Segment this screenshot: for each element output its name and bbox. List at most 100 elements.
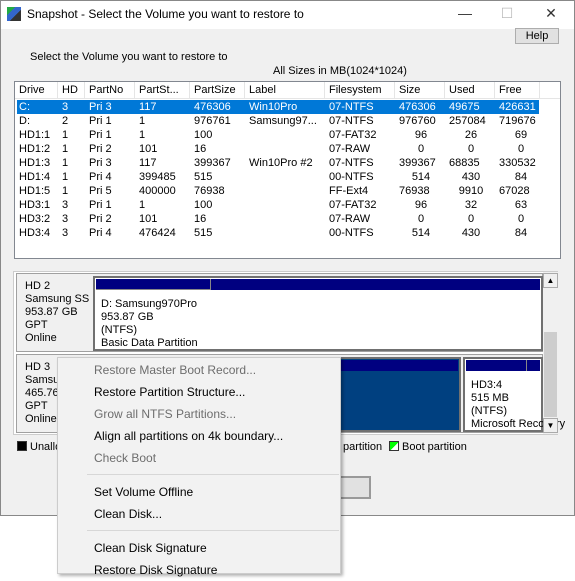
table-cell: 0	[417, 143, 425, 155]
table-cell: 976761	[194, 115, 231, 127]
table-cell: 0	[467, 143, 475, 155]
legend-swatch	[17, 441, 27, 451]
table-cell: HD3:1	[19, 199, 51, 211]
window-title: Snapshot - Select the Volume you want to…	[27, 7, 304, 21]
table-cell: HD1:3	[19, 157, 51, 169]
menu-item[interactable]: Set Volume Offline	[94, 481, 193, 503]
table-cell: 3	[62, 213, 69, 225]
table-cell: HD1:1	[19, 129, 51, 141]
column-header[interactable]: PartSt...	[135, 82, 190, 99]
table-cell: 100	[194, 129, 213, 141]
column-header[interactable]: Size	[395, 82, 445, 99]
table-cell: 3	[62, 101, 69, 113]
table-cell: 07-FAT32	[329, 199, 377, 211]
menu-item[interactable]: Clean Disk...	[94, 503, 162, 525]
table-cell: 476424	[139, 227, 176, 239]
menu-separator	[87, 530, 339, 531]
table-row[interactable]: HD1:2 1 Pri 2 101 16 07-RAW 0 0 0	[17, 142, 539, 156]
partition-line: 953.87 GB	[101, 311, 154, 323]
table-row[interactable]: HD1:5 1 Pri 5 400000 76938 FF-Ext4 76938 9910 67…	[17, 184, 539, 198]
table-row[interactable]: HD1:4 1 Pri 4 399485 515 00-NTFS 514 430 84	[17, 170, 539, 184]
table-cell: 67028	[499, 185, 530, 197]
menu-item: Grow all NTFS Partitions...	[94, 407, 237, 421]
column-header[interactable]: Free	[495, 82, 540, 99]
table-cell: Pri 1	[89, 129, 112, 141]
table-cell: HD1:2	[19, 143, 51, 155]
table-row[interactable]: C: 3 Pri 3 117 476306 Win10Pro 07-NTFS 476306 49…	[17, 100, 539, 114]
minimize-button[interactable]: —	[450, 5, 480, 25]
table-header: Drive HD PartNo PartSt... PartSize Label Files…	[15, 82, 560, 99]
disk-map-scrollbar[interactable]: ▲ ▼	[543, 272, 558, 434]
legend-boot: Boot partition	[389, 441, 467, 453]
column-header[interactable]: HD	[58, 82, 85, 99]
scroll-down-icon[interactable]: ▼	[543, 418, 558, 433]
partition-text: D: Samsung970Pro 953.87 GB (NTFS) Basic Dat…	[101, 298, 198, 350]
table-cell: 07-NTFS	[329, 115, 374, 127]
table-row[interactable]: HD1:3 1 Pri 3 117 399367 Win10Pro #2 07-NTFS 39…	[17, 156, 539, 170]
menu-item[interactable]: Align all partitions on 4k boundary...	[94, 425, 283, 447]
disk-hd2[interactable]: HD 2 Samsung SSD953.87 GBGPTOnline D: Sa…	[16, 273, 543, 352]
table-cell: 399367	[194, 157, 231, 169]
disk-info-line: 953.87 GB	[25, 306, 78, 318]
column-header[interactable]: PartSize	[190, 82, 245, 99]
table-row[interactable]: HD3:1 3 Pri 1 1 100 07-FAT32 96 32 63	[17, 198, 539, 212]
table-cell: D:	[19, 115, 30, 127]
table-cell: 9910	[458, 185, 484, 197]
column-header[interactable]: Used	[445, 82, 495, 99]
menu-item: Restore Master Boot Record...	[94, 363, 257, 377]
table-cell: HD3:2	[19, 213, 51, 225]
partition-line: D: Samsung970Pro	[101, 298, 197, 310]
prompt-label: Select the Volume you want to restore to	[30, 51, 228, 63]
table-cell: 07-FAT32	[329, 129, 377, 141]
menu-item[interactable]: Clean Disk Signature	[94, 537, 207, 559]
units-note: All Sizes in MB(1024*1024)	[273, 65, 407, 77]
table-cell: 400000	[139, 185, 176, 197]
menu-item[interactable]: Restore Partition Structure...	[94, 381, 245, 403]
table-cell: 117	[139, 157, 157, 169]
table-cell: 00-NTFS	[329, 171, 374, 183]
partition-line: Basic Data Partition	[101, 337, 198, 349]
column-header[interactable]: Drive	[15, 82, 58, 99]
table-cell: 514	[411, 171, 431, 183]
table-row[interactable]: HD3:4 3 Pri 4 476424 515 00-NTFS 514 430 84	[17, 226, 539, 240]
table-cell: 63	[514, 199, 528, 211]
table-row[interactable]: HD3:2 3 Pri 2 101 16 07-RAW 0 0 0	[17, 212, 539, 226]
table-cell: 0	[417, 213, 425, 225]
volume-table[interactable]: Drive HD PartNo PartSt... PartSize Label Files…	[14, 81, 561, 259]
menu-item[interactable]: Restore Disk Signature	[94, 559, 217, 581]
table-cell: 07-RAW	[329, 143, 371, 155]
title-bar: Snapshot - Select the Volume you want to…	[1, 1, 574, 29]
table-cell: Win10Pro	[249, 101, 298, 113]
table-cell: 257084	[449, 115, 486, 127]
table-cell: Pri 2	[89, 213, 112, 225]
table-cell: 00-NTFS	[329, 227, 374, 239]
column-header[interactable]: PartNo	[85, 82, 135, 99]
menu-item: Check Boot	[94, 451, 157, 465]
table-cell: 330532	[499, 157, 536, 169]
partition-d[interactable]: D: Samsung970Pro 953.87 GB (NTFS) Basic Dat…	[93, 276, 543, 351]
table-cell: 07-NTFS	[329, 157, 374, 169]
partition-hd3-4[interactable]: HD3:4 515 MB (NTFS) Microsoft Recovery	[463, 357, 565, 432]
table-cell: 96	[414, 199, 428, 211]
table-cell: Pri 2	[89, 143, 112, 155]
table-cell: 1	[62, 129, 69, 141]
column-header[interactable]: Label	[245, 82, 325, 99]
table-cell: 515	[194, 227, 213, 239]
table-cell: Pri 1	[89, 115, 112, 127]
table-cell: 49675	[449, 101, 480, 113]
partition-bar	[96, 279, 540, 290]
table-row[interactable]: D: 2 Pri 1 1 976761 Samsung97... 07-NTFS 976760…	[17, 114, 539, 128]
table-cell: 1	[62, 171, 69, 183]
help-button[interactable]: Help	[515, 28, 559, 44]
column-header[interactable]: Filesystem	[325, 82, 395, 99]
close-button[interactable]: ✕	[536, 5, 566, 25]
scroll-thumb[interactable]	[544, 332, 557, 417]
legend-swatch	[389, 441, 399, 451]
table-cell: 399367	[399, 157, 436, 169]
table-cell: Pri 3	[89, 101, 112, 113]
maximize-button[interactable]: ☐	[492, 5, 522, 25]
table-cell: 32	[464, 199, 478, 211]
table-row[interactable]: HD1:1 1 Pri 1 1 100 07-FAT32 96 26 69	[17, 128, 539, 142]
scroll-up-icon[interactable]: ▲	[543, 273, 558, 288]
table-cell: 3	[62, 227, 69, 239]
